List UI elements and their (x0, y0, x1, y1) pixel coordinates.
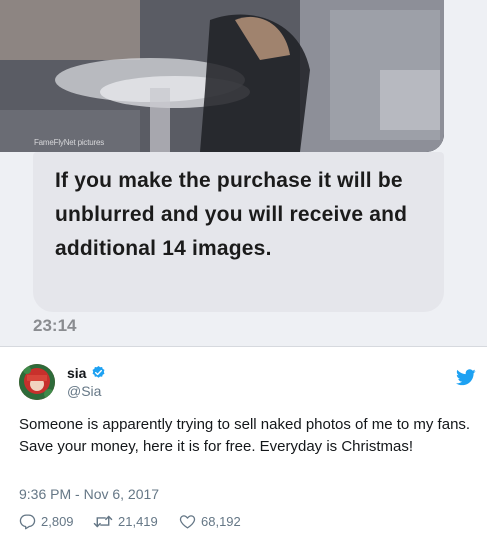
like-count: 68,192 (201, 514, 241, 529)
blurred-photo-art (0, 0, 444, 152)
user-handle[interactable]: @Sia (67, 383, 101, 399)
tweet-text: Someone is apparently trying to sell nak… (19, 416, 471, 455)
reply-button[interactable]: 2,809 (19, 513, 74, 530)
message-bubble: If you make the purchase it will be unbl… (33, 152, 444, 312)
retweet-button[interactable]: 21,419 (93, 513, 158, 530)
like-icon (179, 515, 196, 529)
avatar[interactable] (19, 364, 55, 400)
blurred-photo: FameFlyNet pictures (0, 0, 444, 152)
like-button[interactable]: 68,192 (179, 513, 241, 530)
photo-watermark: FameFlyNet pictures (34, 138, 104, 147)
tweet-timestamp[interactable]: 9:36 PM - Nov 6, 2017 (19, 486, 159, 502)
embedded-screenshot: FameFlyNet pictures If you make the purc… (0, 0, 487, 346)
display-name[interactable]: sia (67, 365, 86, 381)
reply-count: 2,809 (41, 514, 74, 529)
avatar-image (19, 364, 55, 400)
divider (0, 346, 487, 347)
message-timestamp: 23:14 (33, 316, 77, 335)
retweet-icon (93, 515, 113, 528)
message-text: If you make the purchase it will be unbl… (55, 169, 408, 260)
retweet-count: 21,419 (118, 514, 158, 529)
twitter-bird-icon[interactable] (456, 369, 476, 386)
reply-icon (19, 514, 36, 530)
verified-badge-icon (92, 365, 105, 378)
